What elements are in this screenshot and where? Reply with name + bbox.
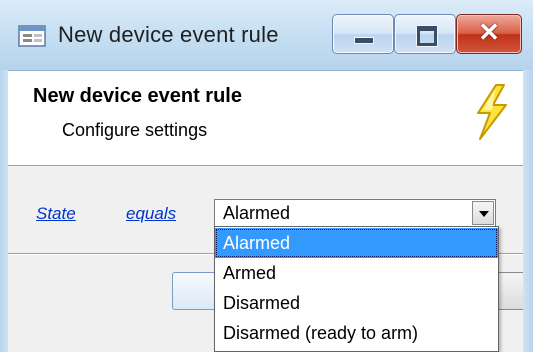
- lightning-bolt-icon: [468, 83, 512, 141]
- close-icon: ✕: [478, 17, 500, 47]
- window-frame-right: [523, 70, 533, 352]
- maximize-button[interactable]: [394, 14, 456, 54]
- option-armed[interactable]: Armed: [215, 258, 498, 288]
- wizard-header: New device event rule Configure settings: [8, 71, 523, 166]
- field-link-state[interactable]: State: [36, 204, 76, 224]
- header-subtitle: Configure settings: [62, 120, 208, 140]
- option-disarmed-ready-to-arm[interactable]: Disarmed (ready to arm): [215, 318, 498, 348]
- window-frame-left: [0, 70, 8, 352]
- state-options-list[interactable]: Alarmed Armed Disarmed Disarmed (ready t…: [214, 226, 499, 352]
- operator-link-equals[interactable]: equals: [126, 204, 176, 224]
- title-bar[interactable]: New device event rule ✕: [0, 0, 533, 71]
- header-title: New device event rule: [33, 85, 242, 107]
- maximize-icon: [417, 26, 437, 46]
- minimize-button[interactable]: [332, 14, 394, 54]
- dialog-window: New device event rule ✕ New device event…: [0, 0, 533, 352]
- option-alarmed[interactable]: Alarmed: [215, 228, 498, 258]
- chevron-down-icon[interactable]: [472, 201, 494, 225]
- option-disarmed[interactable]: Disarmed: [215, 288, 498, 318]
- minimize-icon: [354, 37, 374, 44]
- app-form-icon: [18, 24, 48, 48]
- close-button[interactable]: ✕: [456, 14, 522, 54]
- combobox-value: Alarmed: [223, 203, 291, 223]
- window-title: New device event rule: [58, 22, 279, 47]
- state-value-combobox[interactable]: Alarmed: [214, 199, 496, 227]
